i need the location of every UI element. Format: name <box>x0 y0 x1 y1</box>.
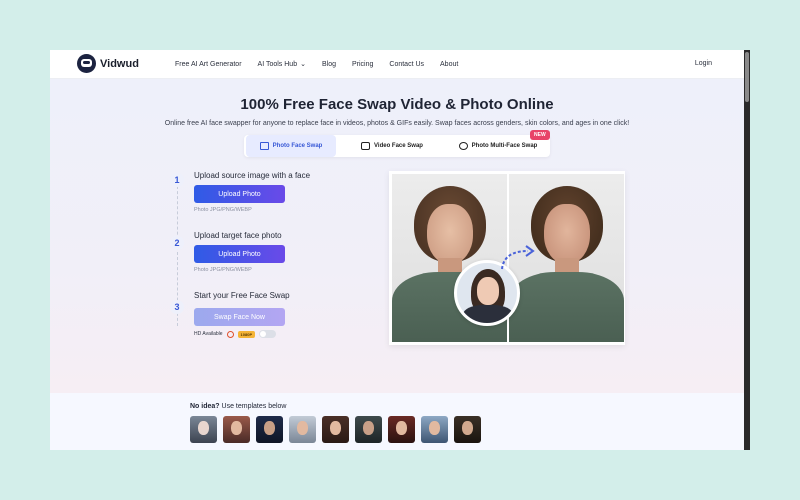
body-shape <box>463 305 513 323</box>
sweater-shape <box>509 272 624 342</box>
step-title: Upload source image with a face <box>194 171 311 180</box>
page-title: 100% Free Face Swap Video & Photo Online <box>240 96 554 113</box>
tab-video-face-swap[interactable]: Video Face Swap <box>352 135 432 157</box>
nav-link-ai-art[interactable]: Free AI Art Generator <box>175 61 242 68</box>
template-thumb[interactable] <box>454 416 481 443</box>
nav-links: Free AI Art Generator AI Tools Hub ⌄ Blo… <box>175 50 474 78</box>
nav-link-pricing[interactable]: Pricing <box>352 61 373 68</box>
brand-logo[interactable]: Vidwud <box>77 54 139 73</box>
template-thumb[interactable] <box>322 416 349 443</box>
swap-face-button[interactable]: Swap Face Now <box>194 308 285 326</box>
template-thumb[interactable] <box>421 416 448 443</box>
login-link[interactable]: Login <box>695 60 712 67</box>
step-number: 2 <box>170 236 184 250</box>
template-thumb[interactable] <box>256 416 283 443</box>
face-shape <box>477 277 499 305</box>
top-navbar: Vidwud Free AI Art Generator AI Tools Hu… <box>50 50 744 79</box>
hd-label: HD Available <box>194 331 223 337</box>
new-badge: NEW <box>530 130 550 140</box>
page-subtitle: Online free AI face swapper for anyone t… <box>164 120 630 127</box>
info-icon[interactable] <box>226 330 234 338</box>
swap-arrow-icon <box>501 245 535 270</box>
template-thumb[interactable] <box>289 416 316 443</box>
step-title: Start your Free Face Swap <box>194 291 290 300</box>
templates-label-bold: No idea? <box>190 403 220 410</box>
nav-link-blog[interactable]: Blog <box>322 61 336 68</box>
template-thumb[interactable] <box>223 416 250 443</box>
chevron-down-icon: ⌄ <box>300 61 306 68</box>
template-thumb[interactable] <box>355 416 382 443</box>
nav-link-ai-tools-hub[interactable]: AI Tools Hub ⌄ <box>257 60 306 69</box>
templates-section: No idea? Use templates below <box>50 393 744 450</box>
browser-viewport: Vidwud Free AI Art Generator AI Tools Hu… <box>50 50 750 450</box>
template-thumb[interactable] <box>388 416 415 443</box>
scrollbar-thumb[interactable] <box>745 52 749 102</box>
upload-source-button[interactable]: Upload Photo <box>194 185 285 203</box>
tab-label: Video Face Swap <box>374 143 423 149</box>
face-shape <box>427 204 473 264</box>
templates-label-rest: Use templates below <box>219 403 287 410</box>
face-shape <box>544 204 590 264</box>
step-number: 1 <box>170 173 184 187</box>
template-thumb[interactable] <box>190 416 217 443</box>
mode-tabs: Photo Face Swap Video Face Swap Photo Mu… <box>244 135 550 157</box>
robot-logo-icon <box>77 54 96 73</box>
hd-toggle[interactable] <box>259 330 277 338</box>
resolution-badge: 1080P <box>237 330 256 338</box>
templates-label: No idea? Use templates below <box>190 403 286 410</box>
step-number: 3 <box>170 300 184 314</box>
hero-section: 100% Free Face Swap Video & Photo Online… <box>50 79 744 393</box>
tab-photo-face-swap[interactable]: Photo Face Swap <box>246 135 336 157</box>
hd-row: HD Available 1080P <box>194 330 277 338</box>
step-title: Upload target face photo <box>194 231 282 240</box>
nav-link-about[interactable]: About <box>440 61 458 68</box>
video-icon <box>361 142 371 150</box>
tab-label: Photo Face Swap <box>272 143 323 149</box>
template-thumbnails <box>190 416 481 443</box>
upload-target-button[interactable]: Upload Photo <box>194 245 285 263</box>
vertical-scrollbar[interactable] <box>744 50 750 450</box>
nav-link-contact[interactable]: Contact Us <box>389 61 424 68</box>
format-hint: Photo JPG/PNG/WEBP <box>194 207 252 213</box>
image-icon <box>259 142 269 150</box>
multi-face-icon <box>458 142 468 150</box>
tab-label: Photo Multi-Face Swap <box>471 143 538 149</box>
format-hint: Photo JPG/PNG/WEBP <box>194 267 252 273</box>
nav-link-label: AI Tools Hub <box>257 60 298 68</box>
brand-name: Vidwud <box>100 57 139 70</box>
